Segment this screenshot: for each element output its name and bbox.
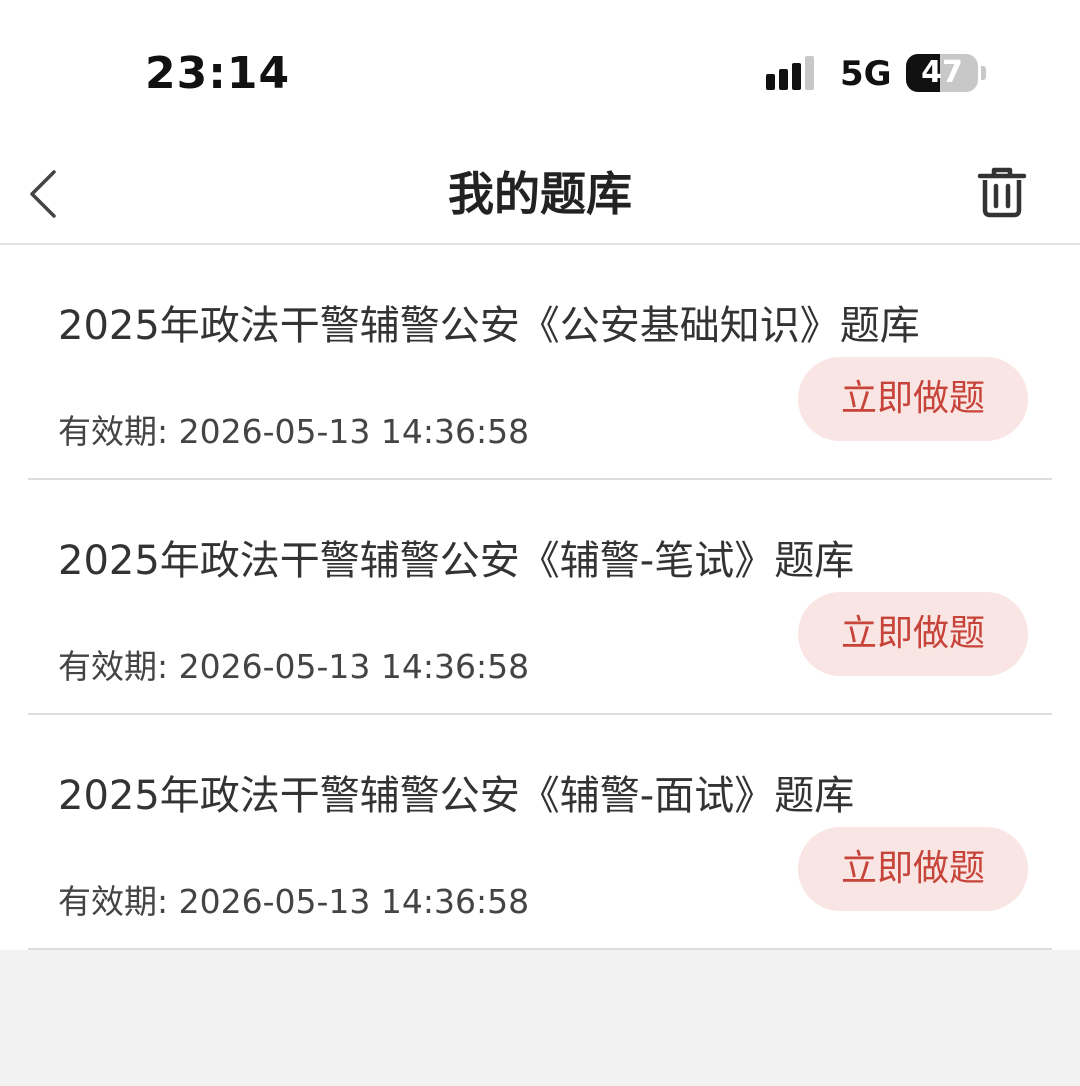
divider bbox=[28, 948, 1052, 950]
item-title: 2025年政法干警辅警公安《公安基础知识》题库 bbox=[58, 303, 920, 349]
trash-icon bbox=[977, 167, 1027, 218]
list-item[interactable]: 2025年政法干警辅警公安《公安基础知识》题库 有效期: 2026-05-13 … bbox=[0, 245, 1080, 480]
start-practice-button[interactable]: 立即做题 bbox=[798, 827, 1028, 911]
status-bar: 23:14 5G 47 bbox=[0, 0, 1080, 140]
item-expiry: 有效期: 2026-05-13 14:36:58 bbox=[58, 647, 530, 686]
item-expiry: 有效期: 2026-05-13 14:36:58 bbox=[58, 882, 530, 921]
status-time: 23:14 bbox=[145, 48, 291, 99]
network-label: 5G bbox=[840, 54, 892, 94]
item-title: 2025年政法干警辅警公安《辅警-面试》题库 bbox=[58, 773, 855, 819]
battery-icon: 47 bbox=[906, 54, 988, 92]
item-expiry: 有效期: 2026-05-13 14:36:58 bbox=[58, 412, 530, 451]
battery-tip bbox=[981, 66, 986, 80]
start-practice-button[interactable]: 立即做题 bbox=[798, 592, 1028, 676]
screen: 23:14 5G 47 我的题库 2025年政法干警辅警公安《公安基础知识》题库… bbox=[0, 0, 1080, 1086]
battery-body: 47 bbox=[906, 54, 978, 92]
start-practice-button[interactable]: 立即做题 bbox=[798, 357, 1028, 441]
nav-bar: 我的题库 bbox=[0, 140, 1080, 245]
signal-icon bbox=[766, 56, 814, 90]
list-item[interactable]: 2025年政法干警辅警公安《辅警-面试》题库 有效期: 2026-05-13 1… bbox=[0, 715, 1080, 950]
item-title: 2025年政法干警辅警公安《辅警-笔试》题库 bbox=[58, 538, 855, 584]
page-title: 我的题库 bbox=[448, 167, 632, 221]
delete-button[interactable] bbox=[974, 164, 1030, 220]
list-item[interactable]: 2025年政法干警辅警公安《辅警-笔试》题库 有效期: 2026-05-13 1… bbox=[0, 480, 1080, 715]
question-bank-list: 2025年政法干警辅警公安《公安基础知识》题库 有效期: 2026-05-13 … bbox=[0, 245, 1080, 950]
battery-percent: 47 bbox=[921, 55, 963, 90]
